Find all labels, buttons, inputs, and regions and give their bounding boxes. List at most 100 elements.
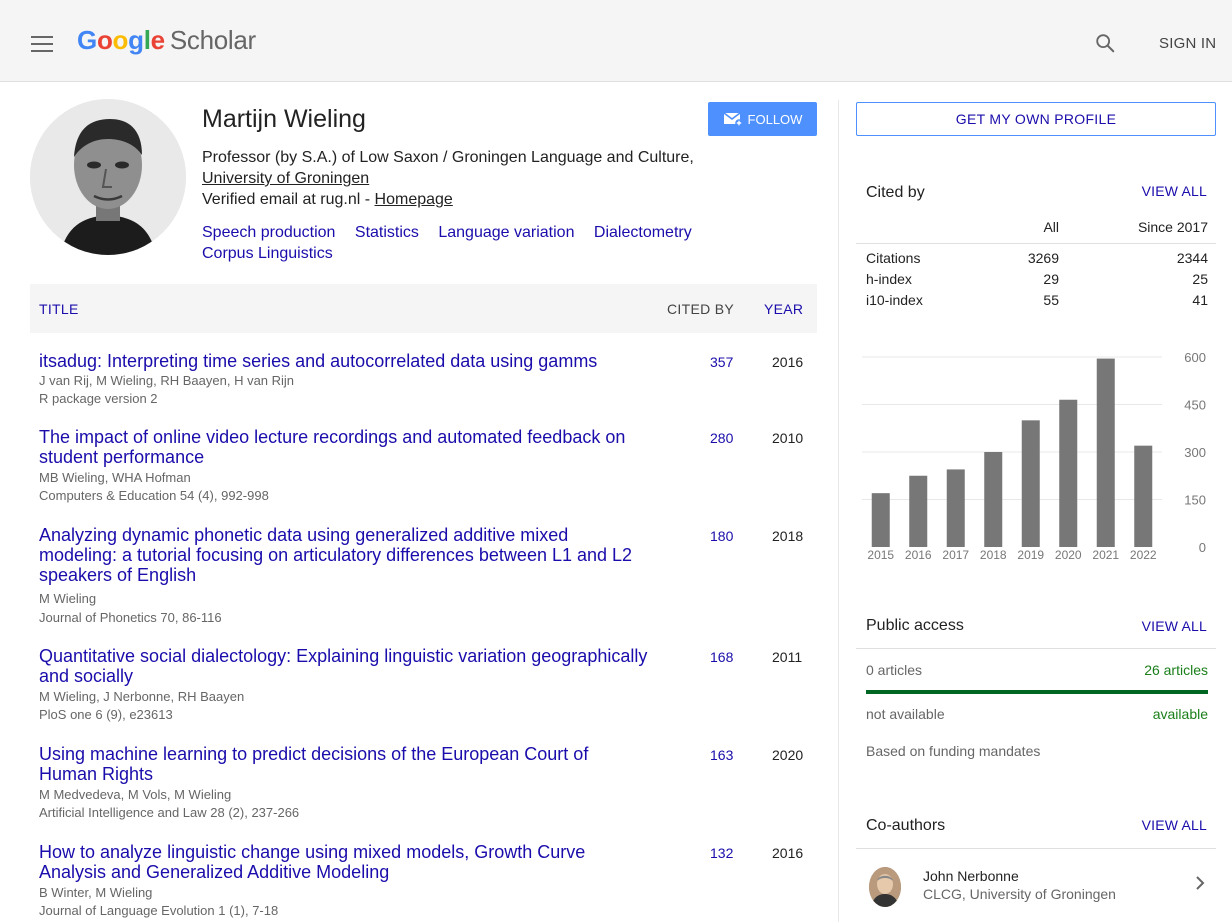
article-authors: M Wieling, J Nerbonne, RH Baayen — [39, 689, 245, 704]
logo-scholar-text: Scholar — [169, 25, 256, 55]
col-since-label: Since 2017 — [1137, 219, 1208, 235]
coauthor-avatar — [869, 867, 901, 907]
profile-avatar — [30, 99, 186, 255]
article-year: 2016 — [772, 354, 804, 370]
chart-x-tick-label: 2016 — [905, 548, 932, 562]
cited-by-divider — [856, 243, 1216, 244]
homepage-link[interactable]: Homepage — [375, 191, 453, 208]
stat-all: 3269 — [1027, 250, 1059, 266]
article-venue: Journal of Phonetics 70, 86-116 — [39, 610, 222, 625]
chart-bar — [1021, 420, 1040, 547]
stat-since: 41 — [1192, 292, 1208, 308]
hamburger-menu-icon[interactable] — [31, 36, 53, 52]
affiliation-text: Professor (by S.A.) of Low Saxon / Groni… — [202, 149, 694, 166]
sort-by-year[interactable]: YEAR — [764, 301, 803, 317]
article-cited-count[interactable]: 132 — [710, 845, 733, 861]
chart-x-tick-label: 2017 — [942, 548, 969, 562]
article-title[interactable]: The impact of online video lecture recor… — [39, 427, 649, 467]
interest-language-variation[interactable]: Language variation — [438, 224, 574, 241]
sign-in-button[interactable]: SIGN IN — [1159, 35, 1216, 52]
stat-label: h-index — [866, 271, 912, 287]
profile-name: Martijn Wieling — [202, 105, 366, 133]
public-access-view-all[interactable]: VIEW ALL — [1142, 618, 1207, 634]
article-title[interactable]: Quantitative social dialectology: Explai… — [39, 646, 649, 686]
stat-all: 55 — [1043, 292, 1059, 308]
article-cited-count[interactable]: 357 — [710, 354, 733, 370]
article-cited-count[interactable]: 168 — [710, 649, 733, 665]
cited-by-column-header: CITED BY — [667, 301, 734, 317]
chart-x-tick-label: 2021 — [1092, 548, 1119, 562]
co-authors-view-all[interactable]: VIEW ALL — [1142, 817, 1207, 833]
cited-by-title: Cited by — [866, 184, 925, 201]
article-title[interactable]: itsadug: Interpreting time series and au… — [39, 351, 649, 371]
chart-bar — [909, 475, 928, 547]
chart-bar — [1134, 445, 1153, 547]
not-available-label: not available — [866, 706, 945, 722]
article-title[interactable]: Analyzing dynamic phonetic data using ge… — [39, 525, 649, 585]
citation-stats-rows: Citations 3269 2344 h-index 29 25 i10-in… — [866, 250, 1208, 313]
article-cited-count[interactable]: 180 — [710, 528, 733, 544]
chart-bar — [984, 452, 1003, 547]
search-icon[interactable] — [1094, 32, 1116, 54]
chart-x-tick-label: 2019 — [1017, 548, 1044, 562]
coauthor-name: John Nerbonne — [923, 868, 1019, 884]
public-access-title: Public access — [866, 617, 964, 634]
chart-bar — [1096, 358, 1115, 547]
article-venue: Artificial Intelligence and Law 28 (2), … — [39, 805, 300, 820]
stat-row-i10-index: i10-index 55 41 — [866, 292, 1208, 313]
stat-all: 29 — [1043, 271, 1059, 287]
article-title[interactable]: How to analyze linguistic change using m… — [39, 842, 649, 882]
not-available-count[interactable]: 0 articles — [866, 662, 922, 678]
article-authors: MB Wieling, WHA Hofman — [39, 470, 191, 485]
google-scholar-logo[interactable]: Google Scholar — [77, 25, 256, 56]
article-venue: PloS one 6 (9), e23613 — [39, 707, 173, 722]
article-cited-count[interactable]: 280 — [710, 430, 733, 446]
article-year: 2011 — [772, 649, 803, 665]
co-authors-title: Co-authors — [866, 817, 946, 834]
article-year: 2016 — [772, 845, 804, 861]
email-text: Verified email at rug.nl - — [202, 191, 375, 208]
public-access-bar — [866, 690, 1208, 694]
article-year: 2020 — [772, 747, 804, 763]
coauthor-affiliation: CLCG, University of Groningen — [923, 886, 1116, 902]
follow-button[interactable]: FOLLOW — [708, 102, 817, 136]
article-cited-count[interactable]: 163 — [710, 747, 733, 763]
public-access-divider — [856, 648, 1216, 649]
available-label: available — [1152, 706, 1208, 722]
coauthor-item[interactable]: John Nerbonne CLCG, University of Gronin… — [856, 855, 1216, 915]
stat-since: 25 — [1192, 271, 1208, 287]
article-authors: B Winter, M Wieling — [39, 885, 153, 900]
article-venue: Computers & Education 54 (4), 992-998 — [39, 488, 269, 503]
get-my-own-profile-button[interactable]: GET MY OWN PROFILE — [856, 102, 1216, 136]
chart-y-tick-label: 600 — [1184, 350, 1206, 365]
article-venue: R package version 2 — [39, 391, 158, 406]
chart-y-tick-label: 300 — [1184, 445, 1206, 460]
interest-corpus-linguistics[interactable]: Corpus Linguistics — [202, 245, 333, 262]
interest-statistics[interactable]: Statistics — [355, 224, 419, 241]
citation-stats-table: All Since 2017 — [866, 219, 1208, 240]
article-year: 2018 — [772, 528, 804, 544]
sort-by-title[interactable]: TITLE — [39, 301, 79, 317]
chart-x-tick-label: 2022 — [1130, 548, 1157, 562]
article-year: 2010 — [772, 430, 804, 446]
chart-y-tick-label: 0 — [1199, 540, 1206, 555]
profile-email: Verified email at rug.nl - Homepage — [202, 191, 453, 209]
cited-by-view-all[interactable]: VIEW ALL — [1142, 183, 1207, 199]
stat-row-h-index: h-index 29 25 — [866, 271, 1208, 292]
col-all-label: All — [1043, 219, 1059, 235]
article-title[interactable]: Using machine learning to predict decisi… — [39, 744, 649, 784]
chart-x-tick-label: 2018 — [980, 548, 1007, 562]
available-count[interactable]: 26 articles — [1144, 662, 1208, 678]
citations-per-year-chart: 600 450 300 150 0 2015 2016 2017 2018 2019 2020 202… — [862, 350, 1206, 562]
affiliation-link[interactable]: University of Groningen — [202, 170, 369, 187]
public-access-labels: not available available — [866, 706, 1208, 722]
chart-x-tick-label: 2015 — [867, 548, 894, 562]
stat-label: Citations — [866, 250, 921, 266]
interest-speech-production[interactable]: Speech production — [202, 224, 335, 241]
article-authors: J van Rij, M Wieling, RH Baayen, H van R… — [39, 373, 295, 388]
top-bar: Google Scholar SIGN IN — [0, 0, 1232, 82]
research-interests: Speech production Statistics Language va… — [202, 222, 772, 264]
interest-dialectometry[interactable]: Dialectometry — [594, 224, 692, 241]
column-divider — [838, 100, 839, 922]
articles-table-header: TITLE CITED BY YEAR — [30, 284, 817, 333]
